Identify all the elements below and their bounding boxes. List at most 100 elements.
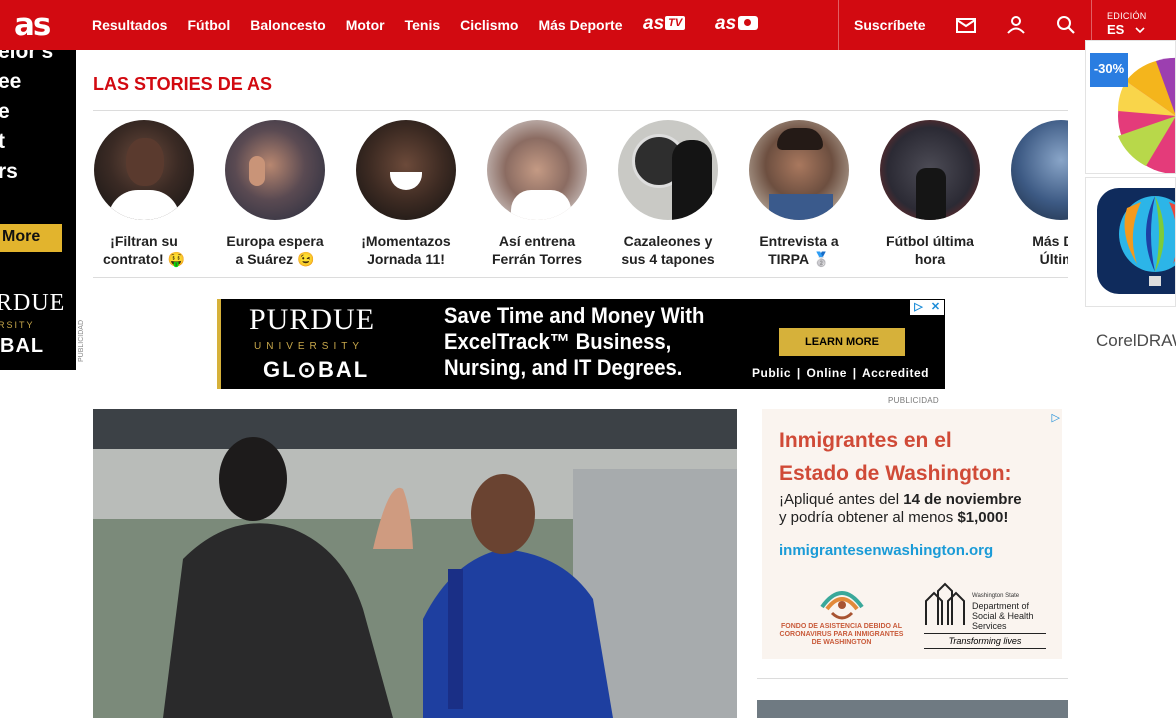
stories-carousel: 630M ¡Filtran su contrato! 🤑 Europa esper…	[93, 120, 1068, 270]
divider	[93, 110, 1068, 111]
story-caption: Cazaleones y sus 4 tapones	[621, 233, 715, 267]
dshs-state-text: Washington State	[972, 593, 1020, 599]
as-foto-text: as	[715, 13, 737, 34]
nav-futbol[interactable]: Fútbol	[187, 17, 230, 33]
hero-article-image[interactable]	[93, 409, 737, 718]
as-tv-link[interactable]: as TV	[643, 13, 686, 35]
ad-logo-global: BAL	[0, 335, 45, 357]
ad-text: elor's	[0, 50, 54, 63]
player-shape	[672, 140, 712, 220]
story-thumbnail	[880, 120, 980, 220]
nav-motor[interactable]: Motor	[346, 17, 385, 33]
face-shape	[126, 138, 164, 186]
story-thumbnail	[618, 120, 718, 220]
subscribe-link[interactable]: Suscríbete	[854, 17, 926, 33]
left-skyscraper-ad[interactable]: elor's ee e t rs More RDUE RSITY BAL	[0, 50, 76, 370]
secondary-article-thumbnail[interactable]	[757, 700, 1068, 718]
as-logo[interactable]: as	[14, 8, 51, 42]
story-item[interactable]: Más DepÚltima	[1006, 120, 1068, 268]
story-item[interactable]: Así entrena Ferrán Torres	[482, 120, 592, 268]
ad-text: e	[0, 100, 10, 123]
story-thumbnail	[1011, 120, 1068, 220]
fund-text: FONDO DE ASISTENCIA DEBIDO AL CORONAVIRU…	[779, 623, 904, 646]
as-foto-link[interactable]: as	[715, 13, 759, 35]
divider	[757, 678, 1068, 679]
shirt-shape	[511, 190, 571, 220]
balloon-icon	[1119, 196, 1175, 286]
ad-heading: Inmigrantes en el Estado de Washington:	[779, 429, 1012, 485]
nav-mas-deporte[interactable]: Más Deporte	[538, 17, 622, 33]
story-caption: ¡Filtran su contrato! 🤑	[103, 233, 185, 267]
nav-ciclismo[interactable]: Ciclismo	[460, 17, 518, 33]
story-item[interactable]: Europa espera a Suárez 😉	[220, 120, 330, 268]
purdue-banner-ad[interactable]: PURDUE UNIVERSITY GL⊙BAL Save Time and M…	[217, 299, 945, 389]
university-text: UNIVERSITY	[254, 341, 365, 352]
person-shape	[916, 168, 946, 220]
story-view-count: 630M	[130, 207, 158, 219]
adchoices-control[interactable]: ▷ ✕	[910, 300, 944, 315]
coreldraw-brand: CorelDRAW	[1096, 331, 1176, 350]
main-nav: Resultados Fútbol Baloncesto Motor Tenis…	[92, 0, 643, 50]
story-item[interactable]: Entrevista a TIRPA 🥈	[744, 120, 854, 268]
as-tv-text: as	[643, 13, 665, 34]
immigrants-ad[interactable]: ▷ Inmigrantes en el Estado de Washington:…	[762, 409, 1062, 659]
story-thumbnail	[225, 120, 325, 220]
adchoices-icon[interactable]: ▷	[910, 300, 927, 315]
stories-section-title: LAS STORIES DE AS	[93, 74, 273, 94]
edition-label: EDICIÓN	[1107, 11, 1147, 21]
ad-headline: Save Time and Money With ExcelTrack™ Bus…	[444, 303, 705, 380]
story-item[interactable]: Cazaleones y sus 4 tapones	[613, 120, 723, 268]
global-text: GL⊙BAL	[263, 357, 370, 382]
right-ad-top[interactable]: -30%	[1085, 40, 1176, 174]
purdue-logo-text: PURDUE	[249, 303, 376, 336]
shirt-shape	[769, 194, 833, 220]
ad-text: ee	[0, 70, 22, 93]
as-tv-badge: TV	[665, 16, 686, 30]
story-item[interactable]: Fútbol última hora	[875, 120, 985, 268]
publicidad-label: PUBLICIDAD	[78, 320, 85, 363]
dshs-dept-text: Department of Social & Health Services	[972, 601, 1034, 631]
adchoices-icon[interactable]: ▷	[1052, 411, 1060, 424]
story-thumbnail	[487, 120, 587, 220]
story-caption: Fútbol última hora	[886, 233, 974, 267]
edition-selector[interactable]: EDICIÓN ES	[1107, 11, 1147, 39]
divider	[93, 277, 1068, 278]
learn-more-button[interactable]: LEARN MORE	[779, 328, 905, 356]
publicidad-label: PUBLICIDAD	[888, 396, 940, 405]
nav-tenis[interactable]: Tenis	[405, 17, 441, 33]
hair-shape	[777, 128, 823, 150]
ad-logo-text: RDUE	[0, 290, 66, 316]
nav-baloncesto[interactable]: Baloncesto	[250, 17, 325, 33]
story-item[interactable]: 630M ¡Filtran su contrato! 🤑	[93, 120, 199, 268]
ad-more-button[interactable]: More	[0, 224, 62, 252]
fund-logo-icon	[820, 591, 864, 620]
smile-shape	[390, 172, 422, 190]
camera-icon	[738, 16, 759, 30]
story-caption: ¡Momentazos Jornada 11!	[361, 233, 451, 267]
story-thumbnail: 630M	[94, 120, 194, 220]
ad-url-link[interactable]: inmigrantesenwashington.org	[779, 542, 993, 559]
ad-text: t	[0, 130, 5, 153]
search-icon[interactable]	[1055, 14, 1077, 36]
edition-value: ES	[1107, 22, 1125, 37]
story-caption: Europa espera a Suárez 😉	[226, 233, 324, 267]
chevron-down-icon	[1135, 27, 1145, 34]
right-ad-bottom[interactable]	[1085, 177, 1176, 307]
ad-logo-subtext: RSITY	[0, 320, 35, 330]
story-thumbnail	[356, 120, 456, 220]
ad-body: ¡Apliqué antes del 14 de noviembre y pod…	[779, 491, 1022, 526]
dshs-logo: Washington State Department of Social & …	[924, 581, 1046, 649]
dshs-tagline: Transforming lives	[924, 633, 1046, 649]
nav-resultados[interactable]: Resultados	[92, 17, 167, 33]
hand-shape	[249, 156, 265, 186]
ad-footer-text: Public | Online | Accredited	[752, 366, 929, 380]
coreldraw-app-icon	[1097, 188, 1175, 294]
close-icon[interactable]: ✕	[927, 300, 944, 315]
discount-badge: -30%	[1090, 53, 1128, 87]
story-caption: Entrevista a TIRPA 🥈	[759, 233, 839, 267]
story-caption: Así entrena Ferrán Torres	[492, 233, 582, 267]
story-thumbnail	[749, 120, 849, 220]
story-item[interactable]: ¡Momentazos Jornada 11!	[351, 120, 461, 268]
mail-icon[interactable]	[955, 14, 977, 36]
user-icon[interactable]	[1005, 14, 1027, 36]
